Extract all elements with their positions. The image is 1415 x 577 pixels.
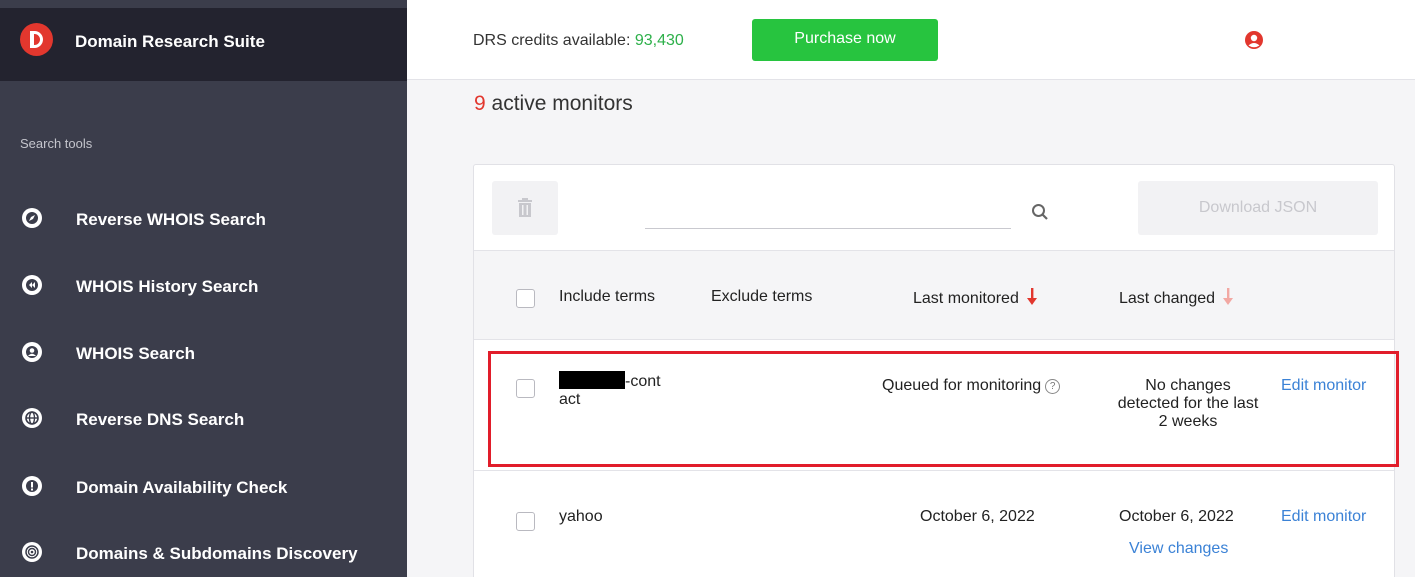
section-label: Search tools [20,136,93,151]
column-last-monitored[interactable]: Last monitored [913,288,1037,308]
target-icon [22,542,42,562]
sidebar-item-label: Reverse WHOIS Search [76,210,266,229]
brand-logo [20,23,53,56]
column-last-monitored-label: Last monitored [913,290,1019,307]
sidebar-item-label: WHOIS History Search [76,277,259,296]
credits-value: 93,430 [634,32,684,49]
sidebar: Domain Research Suite Search tools Rever… [0,0,407,577]
sort-arrow-icon[interactable] [1026,288,1037,306]
sidebar-item-label: Domain Availability Check [76,478,288,497]
sidebar-item-domain-availability[interactable]: Domain Availability Check [0,465,407,509]
include-terms-cell: yahoo [559,508,603,525]
column-last-changed-label: Last changed [1119,290,1216,307]
sidebar-item-label: Domains & Subdomains Discovery [76,544,358,563]
column-exclude-terms: Exclude terms [711,288,813,305]
trash-icon [518,198,532,217]
delete-button[interactable] [492,181,558,235]
active-monitors-count: 9 [474,92,486,115]
user-account-icon[interactable] [1244,30,1264,50]
table-row: yahoo October 6, 2022 October 6, 2022 Vi… [474,472,1394,577]
credits-indicator: DRS credits available: 93,430 [473,32,684,50]
table-header: Include terms Exclude terms Last monitor… [474,251,1394,340]
brand-header[interactable]: Domain Research Suite [0,8,407,81]
exclamation-icon [22,476,42,496]
topbar: DRS credits available: 93,430 Purchase n… [407,0,1415,80]
edit-monitor-link[interactable]: Edit monitor [1281,508,1366,526]
sort-arrow-icon[interactable] [1223,288,1234,306]
user-circle-icon [22,342,42,362]
sidebar-item-label: Reverse DNS Search [76,410,245,429]
compass-icon [22,208,42,228]
brand-title: Domain Research Suite [75,32,265,51]
select-all-checkbox[interactable] [516,289,535,308]
last-changed-cell: October 6, 2022 [1119,508,1234,525]
table-toolbar: Download JSON [474,165,1394,251]
row-checkbox[interactable] [516,512,535,531]
highlight-box [488,351,1399,467]
active-monitors-title: 9 active monitors [474,92,633,116]
search-input[interactable] [645,197,1011,229]
sidebar-item-subdomains-discovery[interactable]: Domains & Subdomains Discovery [0,531,407,575]
globe-icon [22,408,42,428]
sidebar-item-reverse-whois[interactable]: Reverse WHOIS Search [0,197,407,241]
column-last-changed[interactable]: Last changed [1119,288,1234,308]
purchase-now-button[interactable]: Purchase now [752,19,938,61]
last-monitored-cell: October 6, 2022 [920,508,1035,525]
sidebar-item-whois-history[interactable]: WHOIS History Search [0,264,407,308]
search-icon[interactable] [1031,203,1049,221]
active-monitors-label: active monitors [485,92,633,115]
column-include-terms: Include terms [559,288,656,305]
rewind-icon [22,275,42,295]
sidebar-item-reverse-dns[interactable]: Reverse DNS Search [0,397,407,441]
credits-label: DRS credits available: [473,32,635,49]
sidebar-item-whois-search[interactable]: WHOIS Search [0,331,407,375]
view-changes-link[interactable]: View changes [1129,540,1228,558]
download-json-button[interactable]: Download JSON [1138,181,1378,235]
sidebar-item-label: WHOIS Search [76,344,196,363]
